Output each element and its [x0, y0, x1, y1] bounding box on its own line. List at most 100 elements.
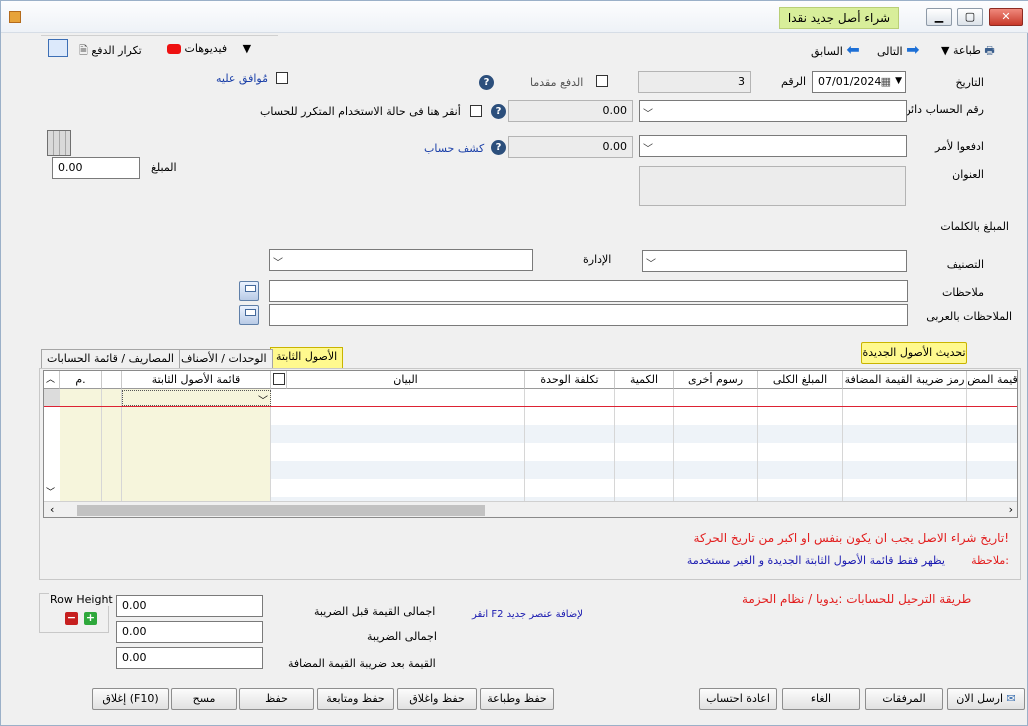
clear-button[interactable]: مسح [171, 688, 237, 710]
attachments-button[interactable]: المرفقات [865, 688, 943, 710]
save-continue-button[interactable]: حفظ ومتابعة [317, 688, 394, 710]
tab-fixed-assets[interactable]: الأصول الثابتة [270, 347, 344, 370]
arrow-right-icon: ➡ [906, 40, 920, 59]
scroll-right-icon[interactable]: › [1009, 503, 1013, 516]
fixed-assets-grid[interactable]: م. قائمة الأصول الثابتة البيان تكلفة الو… [43, 370, 1018, 518]
approved-checkbox[interactable] [276, 72, 288, 84]
total-tax-label: اجمالى الضريبة [367, 630, 437, 643]
maximize-button[interactable]: ▢ [957, 8, 983, 26]
document-icon: 🗎 [79, 44, 88, 57]
close-window-button[interactable]: ✕ [989, 8, 1023, 26]
previous-button[interactable]: السابق ⬅ [811, 40, 860, 59]
send-now-button[interactable]: ارسل الان ✉ [947, 688, 1025, 710]
credit-account-select[interactable]: ﹀ [639, 100, 907, 122]
department-select[interactable]: ﹀ [269, 249, 533, 271]
print-label: طباعة [952, 44, 981, 57]
total-tax-field[interactable]: 0.00 [116, 621, 263, 643]
credit-amount-field[interactable]: 0.00 [508, 100, 633, 122]
scroll-left-icon[interactable]: ‹ [50, 503, 54, 516]
send-now-label: ارسل الان [956, 692, 1004, 705]
chevron-down-icon: ﹀ [258, 396, 268, 407]
grid-header-blank [102, 371, 122, 389]
scrollbar-thumb[interactable] [77, 505, 485, 516]
help-icon[interactable]: ? [479, 75, 494, 90]
grid-header-quantity: الكمية [615, 371, 674, 389]
decrease-row-height-icon[interactable]: − [65, 612, 78, 625]
chevron-down-icon: ﹀ [643, 144, 653, 155]
fixed-asset-cell-dropdown[interactable]: ﹀ [122, 390, 271, 407]
pay-to-select[interactable]: ﹀ [639, 135, 907, 157]
prepaid-checkbox[interactable] [596, 75, 608, 87]
grid-header-total-amount: المبلغ الكلى [758, 371, 843, 389]
close-f10-button[interactable]: إغلاق (F10) [92, 688, 169, 710]
chevron-down-icon: ﹀ [643, 109, 653, 120]
row-selector[interactable] [44, 389, 60, 406]
chevron-down-icon: ﹀ [646, 259, 656, 270]
save-notes-icon[interactable] [239, 281, 259, 301]
department-label: الإدارة [583, 253, 612, 266]
save-notes-ar-icon[interactable] [239, 305, 259, 325]
amount-words-label: المبلغ بالكلمات [940, 220, 1009, 233]
repeat-payment-button[interactable]: 🗎 تكرار الدفع [79, 42, 142, 61]
save-button[interactable]: حفظ [239, 688, 314, 710]
save-close-button[interactable]: حفظ واغلاق [397, 688, 477, 710]
help-icon[interactable]: ? [491, 104, 506, 119]
increase-row-height-icon[interactable]: + [84, 612, 97, 625]
grid-header-vat-value: قيمة المض [967, 371, 1017, 389]
total-before-tax-field[interactable]: 0.00 [116, 595, 263, 617]
toolbar-divider [41, 35, 278, 36]
address-label: العنوان [952, 168, 984, 181]
scroll-down-icon[interactable]: ﹀ [46, 485, 55, 498]
notes-ar-field[interactable] [269, 304, 908, 326]
grid-header-fixed-assets-list: قائمة الأصول الثابتة [122, 371, 271, 389]
printer-icon: 🖶 [984, 44, 995, 57]
amount-field[interactable]: 0.00 [52, 157, 140, 179]
prepaid-label: الدفع مقدما [530, 76, 584, 89]
title-bar: شراء أصل جديد نقدا ▁ ▢ ✕ [1, 1, 1028, 33]
notes-label: ملاحظات [942, 286, 984, 299]
recalculate-button[interactable]: اعادة احتساب [699, 688, 777, 710]
calendar-icon: ▦ [880, 75, 891, 88]
repeat-payment-label: تكرار الدفع [91, 44, 142, 57]
print-menu-button[interactable]: ▼ طباعة 🖶 [941, 42, 995, 61]
restore-layout-icon[interactable] [48, 39, 68, 57]
category-select[interactable]: ﹀ [642, 250, 907, 272]
app-icon [9, 11, 21, 23]
recurring-checkbox[interactable] [470, 105, 482, 117]
grid-header-description: البيان [287, 371, 525, 389]
update-new-assets-button[interactable]: تحديث الأصول الجديدة [861, 342, 967, 364]
save-print-button[interactable]: حفظ وطباعة [480, 688, 554, 710]
amount-label: المبلغ [151, 161, 177, 174]
videos-menu-button[interactable]: فيديوهات ▼ [167, 42, 251, 55]
notes-field[interactable] [269, 280, 908, 302]
category-label: التصنيف [946, 258, 984, 271]
address-field[interactable] [639, 166, 906, 206]
grid-rows [271, 407, 1017, 501]
date-picker[interactable]: 07/01/2024 ▦ ▼ [812, 71, 906, 93]
account-statement-link[interactable]: كشف حساب [424, 142, 484, 155]
window-title: شراء أصل جديد نقدا [778, 7, 899, 29]
grid-header-select-all[interactable] [271, 371, 287, 389]
scroll-up-icon[interactable]: ︿ [46, 372, 55, 385]
cancel-button[interactable]: الغاء [782, 688, 860, 710]
total-after-tax-label: القيمة بعد ضريبة القيمة المضافة [288, 657, 436, 670]
minimize-button[interactable]: ▁ [926, 8, 952, 26]
help-icon[interactable]: ? [491, 140, 506, 155]
previous-label: السابق [811, 45, 843, 58]
horizontal-scrollbar[interactable]: ‹ › [44, 501, 1017, 517]
pay-to-amount-field[interactable]: 0.00 [508, 136, 633, 158]
next-label: التالى [877, 45, 903, 58]
dropdown-arrow-icon: ▼ [941, 44, 950, 57]
youtube-icon [167, 44, 181, 54]
note-label: ملاحظة: [971, 554, 1009, 567]
tab-expenses-accounts[interactable]: المصاريف / قائمة الحسابات [41, 349, 180, 369]
next-button[interactable]: التالى ➡ [877, 40, 920, 59]
tab-units-items[interactable]: الوحدات / الأصناف [175, 349, 273, 369]
select-all-checkbox[interactable] [272, 373, 285, 385]
chevron-down-icon: ﹀ [273, 258, 283, 269]
calculator-icon[interactable] [47, 130, 71, 156]
arrow-left-icon: ⬅ [846, 40, 860, 59]
date-value: 07/01/2024 [818, 75, 882, 88]
number-field[interactable]: 3 [638, 71, 751, 93]
total-after-tax-field[interactable]: 0.00 [116, 647, 263, 669]
